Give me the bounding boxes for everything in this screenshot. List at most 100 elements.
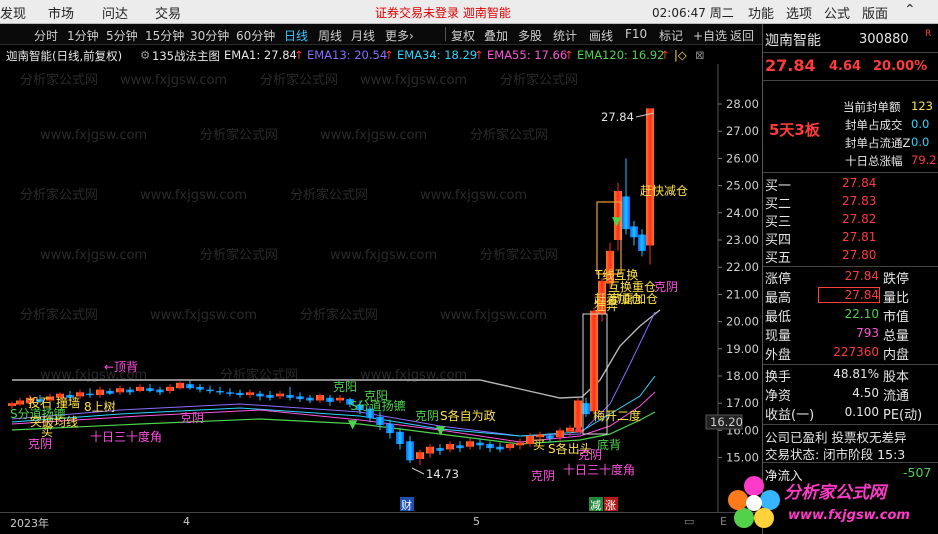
candle-down xyxy=(206,389,214,392)
candle-down xyxy=(630,226,638,238)
period-more[interactable]: 更多› xyxy=(385,27,414,44)
candle-up xyxy=(316,395,324,401)
svg-text:分析家公式网: 分析家公式网 xyxy=(290,187,368,203)
chevron-up-icon[interactable]: ⌃ xyxy=(904,2,916,18)
period-daily[interactable]: 日线 xyxy=(284,27,308,44)
bid-label: 买一 xyxy=(765,179,792,194)
menu-options[interactable]: 选项 xyxy=(786,3,812,22)
fund-label: 流通 xyxy=(883,389,910,404)
annotation-top-divergence: ←顶背 xyxy=(104,360,138,374)
menu-formula[interactable]: 公式 xyxy=(824,3,850,22)
candle-down xyxy=(286,395,294,398)
candle-down xyxy=(486,444,494,449)
menu-function[interactable]: 功能 xyxy=(748,3,774,22)
candle-down xyxy=(476,442,484,446)
fund-value: 4.50 xyxy=(852,386,879,400)
tool-stats[interactable]: 统计 xyxy=(553,27,577,44)
bid-label: 买五 xyxy=(765,251,792,266)
add-watchlist-button[interactable]: +自选 xyxy=(693,27,727,44)
svg-text:分析家公式网: 分析家公式网 xyxy=(500,72,578,88)
back-button[interactable]: 返回 xyxy=(730,27,754,44)
bid-price[interactable]: 27.84 xyxy=(842,176,876,190)
marker-reduce: 减 xyxy=(590,499,601,512)
menu-market[interactable]: 市场 xyxy=(48,3,74,22)
watermark-logo: 分析家公式网 www.fxjgsw.com xyxy=(722,470,938,534)
tool-draw-line[interactable]: 画线 xyxy=(589,27,613,44)
period-5min[interactable]: 5分钟 xyxy=(106,27,138,44)
bid-price[interactable]: 27.82 xyxy=(842,212,876,226)
period-weekly[interactable]: 周线 xyxy=(318,27,342,44)
candle-up xyxy=(426,446,434,454)
limit-order-label: 当前封单额 xyxy=(843,100,901,114)
candle-up xyxy=(96,389,104,396)
ema55-arrow: ↑ xyxy=(564,48,574,62)
period-1min[interactable]: 1分钟 xyxy=(67,27,99,44)
candle-down xyxy=(436,448,444,451)
ema34-value: EMA34: 18.29 xyxy=(397,48,478,62)
candle-up xyxy=(516,442,524,446)
candle-down xyxy=(496,446,504,450)
formula-name[interactable]: 135战法主图 xyxy=(152,48,220,64)
menu-discover[interactable]: 发现 xyxy=(0,3,26,22)
period-tick[interactable]: 分时 xyxy=(34,27,58,44)
period-60min[interactable]: 60分钟 xyxy=(236,27,275,44)
period-30min[interactable]: 30分钟 xyxy=(190,27,229,44)
candle-down xyxy=(106,390,114,394)
candle-up xyxy=(556,430,564,438)
stat-label: 最低 xyxy=(765,310,792,325)
candle-up xyxy=(506,444,514,449)
bid-label: 买四 xyxy=(765,233,792,248)
tool-overlay[interactable]: 叠加 xyxy=(484,27,508,44)
scroll-left-icon[interactable]: ▭ xyxy=(684,515,694,528)
fund-value: 0.100 xyxy=(844,405,879,419)
svg-text:分析家公式网: 分析家公式网 xyxy=(20,307,98,323)
menu-trade[interactable]: 交易 xyxy=(155,3,181,22)
stat-label: 量比 xyxy=(883,291,910,306)
stat-value: 793 xyxy=(856,326,879,340)
ema55-value: EMA55: 17.66 xyxy=(487,48,568,62)
bid-price[interactable]: 27.80 xyxy=(842,248,876,262)
stat-value: 227360 xyxy=(833,345,879,359)
candle-up xyxy=(446,444,454,450)
price-change: 4.64 xyxy=(829,59,862,74)
stock-name: 迦南智能 xyxy=(765,33,821,49)
stat-value: 27.84 xyxy=(818,287,880,303)
annotation: 克阳 xyxy=(333,380,357,394)
gear-icon[interactable]: ⚙ xyxy=(140,48,150,62)
ema13-value: EMA13: 20.54 xyxy=(307,48,388,62)
close-icon[interactable]: ⊠ xyxy=(695,48,705,62)
divider xyxy=(763,424,938,425)
stat-value: 22.10 xyxy=(844,307,879,321)
tool-multi-stock[interactable]: 多股 xyxy=(518,27,542,44)
more-indicator-icon[interactable]: |◇ xyxy=(674,48,687,62)
candle-up xyxy=(276,393,284,397)
login-warning[interactable]: 证券交易未登录 迦南智能 xyxy=(375,4,511,21)
tool-mark[interactable]: 标记 xyxy=(659,27,683,44)
divider xyxy=(763,462,938,463)
svg-text:www.fxjgsw.com: www.fxjgsw.com xyxy=(40,128,147,143)
price-tag: 16.20 xyxy=(710,415,743,429)
ema120-value: EMA120: 16.92 xyxy=(577,48,665,62)
annotation: 克阴 xyxy=(578,448,602,462)
period-15min[interactable]: 15分钟 xyxy=(145,27,184,44)
menu-layout[interactable]: 版面 xyxy=(862,3,888,22)
candlestick-chart[interactable]: 分析家公式网 www.fxjgsw.com 分析家公式网 www.fxjgsw.co… xyxy=(0,64,762,512)
candle-down xyxy=(456,445,464,449)
bid-price[interactable]: 27.81 xyxy=(842,230,876,244)
marker-rise: 涨 xyxy=(605,499,616,512)
tool-f10[interactable]: F10 xyxy=(625,27,647,41)
candle-up xyxy=(136,386,144,391)
svg-text:分析家公式网: 分析家公式网 xyxy=(480,247,558,263)
bid-price[interactable]: 27.83 xyxy=(842,194,876,208)
y-tick-label: 20.00 xyxy=(726,315,759,329)
period-monthly[interactable]: 月线 xyxy=(351,27,375,44)
candle-up xyxy=(590,310,598,412)
divider xyxy=(763,172,938,173)
y-tick-label: 15.00 xyxy=(726,451,759,465)
y-tick-label: 21.00 xyxy=(726,287,759,301)
tool-restore-rights[interactable]: 复权 xyxy=(451,27,475,44)
svg-text:▲: ▲ xyxy=(574,420,584,434)
menu-ask[interactable]: 问达 xyxy=(102,3,128,22)
price-percent: 20.00% xyxy=(873,59,928,74)
candle-down xyxy=(622,196,630,230)
